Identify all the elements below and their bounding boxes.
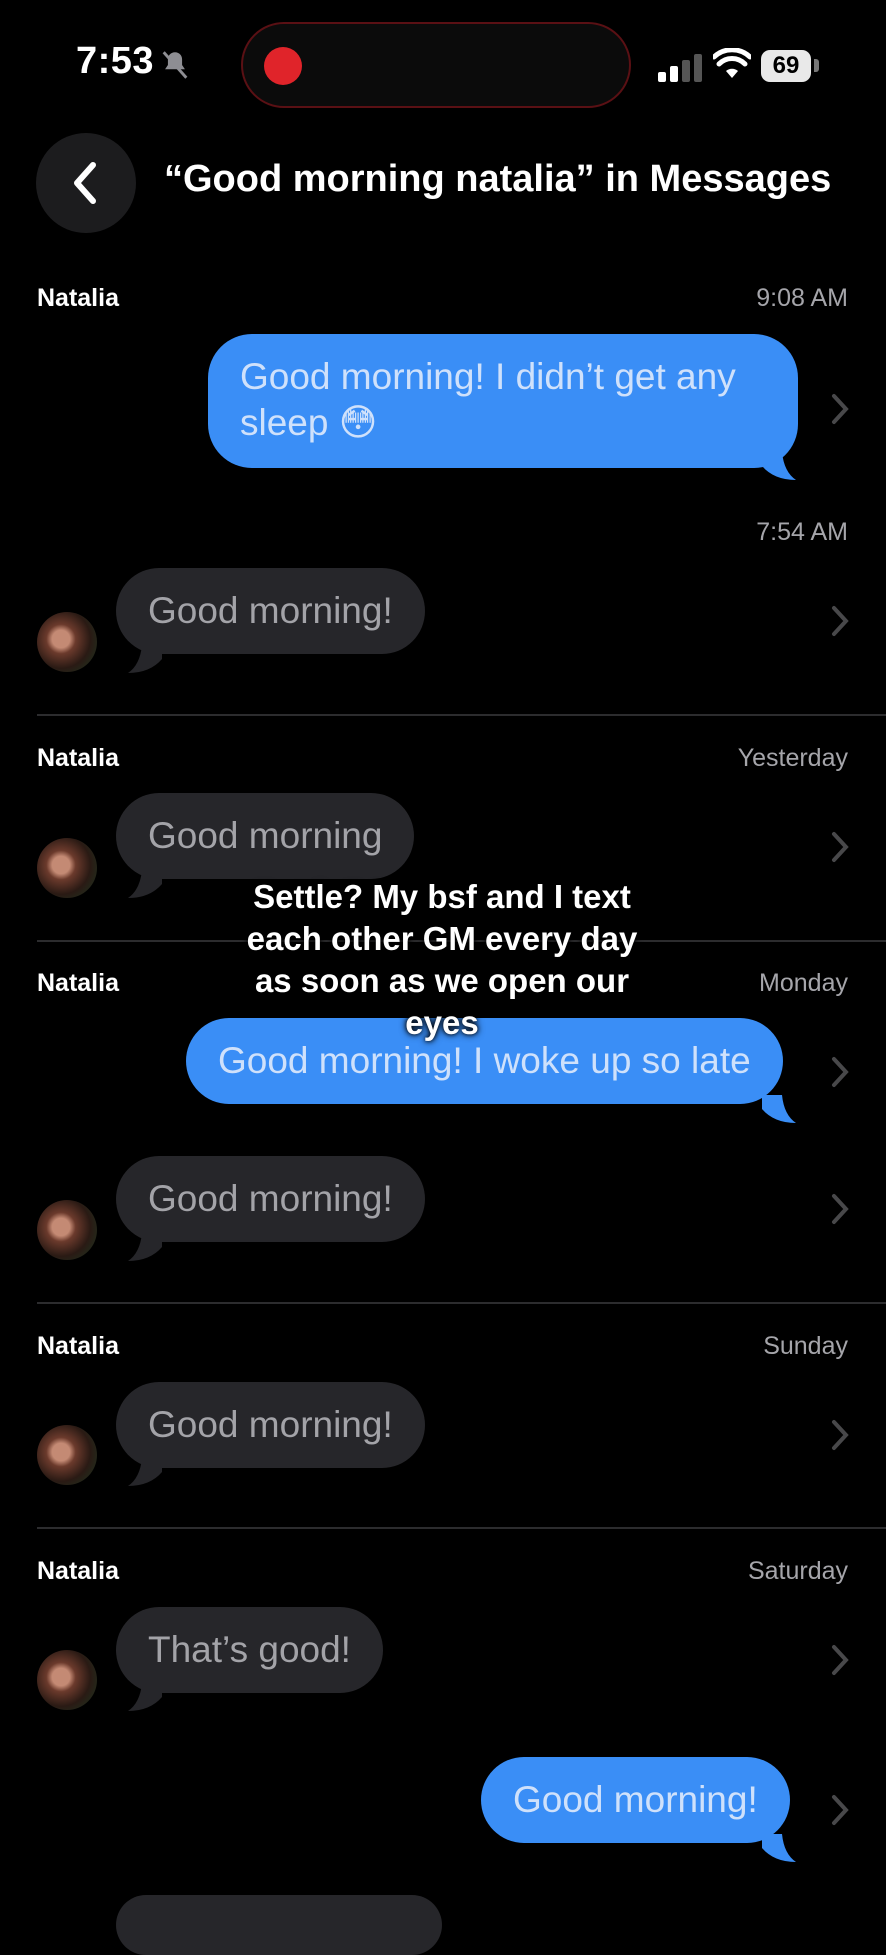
message-text: Good morning! [148, 1178, 393, 1219]
bubble-tail [128, 645, 162, 673]
result-timestamp: Monday [759, 969, 848, 997]
incoming-message-bubble[interactable]: That’s good! [116, 1607, 383, 1693]
incoming-message-bubble[interactable]: Good morning! [116, 568, 425, 654]
avatar [37, 838, 97, 898]
divider [37, 1302, 886, 1304]
bubble-tail [128, 1683, 162, 1711]
avatar [37, 1425, 97, 1485]
status-time: 7:53 [76, 40, 155, 82]
message-text: Good morning [148, 815, 383, 856]
message-text: Good morning! I woke up so late [218, 1040, 751, 1081]
chevron-right-icon[interactable] [830, 604, 850, 638]
bubble-tail [128, 1233, 162, 1261]
bubble-tail [128, 870, 162, 898]
back-button[interactable] [36, 133, 136, 233]
overlay-caption: Settle? My bsf and I text each other GM … [246, 878, 638, 1041]
incoming-message-bubble[interactable]: Good morning! [116, 1156, 425, 1242]
incoming-message-bubble-partial[interactable] [116, 1895, 442, 1955]
result-sender-name: Natalia [37, 1557, 119, 1585]
message-timestamp: 7:54 AM [756, 518, 848, 546]
message-text: Good morning! [148, 590, 393, 631]
signal-icon [658, 54, 702, 82]
chevron-right-icon[interactable] [830, 1418, 850, 1452]
message-text: Good morning! I didn’t get any sleep 😳 [240, 356, 736, 443]
back-chevron-icon [74, 162, 96, 204]
result-sender-name: Natalia [37, 284, 119, 312]
chevron-right-icon[interactable] [830, 1793, 850, 1827]
result-timestamp: Yesterday [737, 744, 848, 772]
incoming-message-bubble[interactable]: Good morning [116, 793, 415, 879]
result-sender-name: Natalia [37, 744, 119, 772]
chevron-right-icon[interactable] [830, 830, 850, 864]
chevron-right-icon[interactable] [830, 1055, 850, 1089]
result-sender-name: Natalia [37, 1332, 119, 1360]
battery-cap [814, 59, 819, 72]
divider [37, 1527, 886, 1529]
incoming-message-bubble[interactable]: Good morning! [116, 1382, 425, 1468]
record-dot-icon [264, 47, 302, 85]
result-sender-name: Natalia [37, 969, 119, 997]
divider [37, 714, 886, 716]
avatar [37, 1200, 97, 1260]
mute-bell-icon [162, 51, 188, 79]
bubble-tail [762, 1834, 796, 1862]
message-text: Good morning! [513, 1779, 758, 1820]
bubble-tail [762, 452, 796, 480]
message-text: Good morning! [148, 1404, 393, 1445]
chevron-right-icon[interactable] [830, 1192, 850, 1226]
chevron-right-icon[interactable] [830, 392, 850, 426]
wifi-icon [713, 48, 751, 78]
result-timestamp: Sunday [763, 1332, 848, 1360]
result-timestamp: Saturday [747, 1557, 848, 1585]
outgoing-message-bubble[interactable]: Good morning! I didn’t get any sleep 😳 [208, 334, 798, 468]
battery-icon: 69 [761, 50, 811, 82]
message-text: That’s good! [148, 1629, 351, 1670]
bubble-tail [762, 1095, 796, 1123]
result-timestamp: 9:08 AM [756, 284, 848, 312]
avatar [37, 1650, 97, 1710]
avatar [37, 612, 97, 672]
chevron-right-icon[interactable] [830, 1643, 850, 1677]
bubble-tail [128, 1458, 162, 1486]
outgoing-message-bubble[interactable]: Good morning! [481, 1757, 790, 1843]
page-title: “Good morning natalia” in Messages [164, 158, 832, 200]
